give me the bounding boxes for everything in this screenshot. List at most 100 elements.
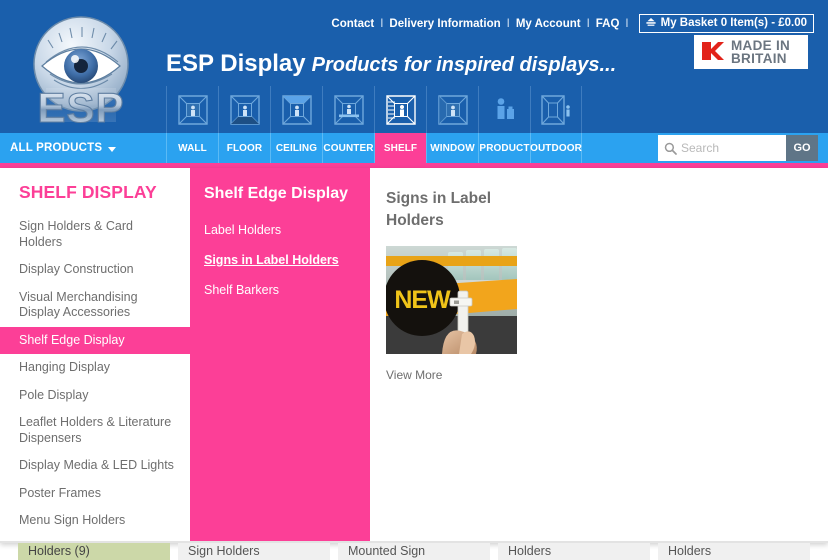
basket-icon	[645, 17, 657, 29]
search-go-button[interactable]: GO	[786, 135, 818, 161]
esp-logo[interactable]: ESP	[22, 4, 140, 130]
sidebar-item-leaflet-holders-literature-dispensers[interactable]: Leaflet Holders & Literature Dispensers	[0, 409, 190, 452]
utility-separator: I	[506, 17, 510, 30]
nav-icon-cell-wall[interactable]	[166, 86, 218, 133]
nav-icon-cell-window[interactable]	[426, 86, 478, 133]
nav-item-product[interactable]: PRODUCT	[478, 133, 530, 163]
sidebar-item-display-media-led-lights[interactable]: Display Media & LED Lights	[0, 452, 190, 480]
nav-item-ceiling[interactable]: CEILING	[270, 133, 322, 163]
all-products-label: ALL PRODUCTS	[10, 142, 103, 154]
shelf-edge-display-heading: Shelf Edge Display	[204, 185, 349, 202]
svg-text:ESP: ESP	[37, 84, 124, 130]
room-shelf-icon	[385, 94, 416, 125]
made-in-britain-text: MADE IN BRITAIN	[731, 37, 791, 66]
search-box[interactable]	[658, 135, 786, 161]
sidebar-item-display-construction[interactable]: Display Construction	[0, 256, 190, 284]
product-icon	[497, 97, 514, 119]
sidebar-item-menu-sign-holders[interactable]: Menu Sign Holders	[0, 507, 190, 535]
room-counter-icon	[333, 94, 364, 125]
background-card-label: Holders (9)	[28, 544, 90, 558]
mega-menu-preview-panel: Signs in Label Holders NEW View More	[370, 168, 828, 543]
background-card[interactable]: Holders (9)	[18, 543, 170, 560]
mega-menu-middle-column: Shelf Edge Display Label Holders Signs i…	[190, 168, 370, 543]
sidebar-item-visual-merchandising-display-accessories[interactable]: Visual Merchandising Display Accessories	[0, 284, 190, 327]
list-item-selected: Shelf Edge Display	[0, 326, 190, 355]
mega-menu-left-column: SHELF DISPLAY Sign Holders & Card Holder…	[0, 168, 196, 543]
list-item: Label Holders	[190, 215, 370, 245]
sidebar-item-poster-frames[interactable]: Poster Frames	[0, 480, 190, 508]
submenu-item-signs-in-label-holders[interactable]: Signs in Label Holders	[190, 245, 370, 275]
mib-line-2: BRITAIN	[731, 51, 787, 66]
nav-icon-cell-ceiling[interactable]	[270, 86, 322, 133]
made-in-britain-badge: MADE IN BRITAIN	[694, 35, 808, 69]
svg-text:NEW: NEW	[394, 286, 451, 314]
search-input[interactable]	[681, 135, 786, 161]
brand-tagline: Products for inspired displays...	[311, 54, 617, 76]
nav-icon-cell-product[interactable]	[478, 86, 530, 133]
background-card[interactable]: Holders	[498, 543, 650, 560]
utility-link-delivery-information[interactable]: Delivery Information	[389, 18, 500, 30]
brand-lockup: ESP Display Products for inspired display…	[166, 50, 616, 78]
utility-bar: Contact I Delivery Information I My Acco…	[331, 14, 814, 33]
utility-separator: I	[625, 17, 629, 30]
room-ceiling-icon	[281, 94, 312, 125]
room-wall-icon	[177, 94, 208, 125]
list-item: Display Media & LED Lights	[0, 452, 190, 480]
background-product-row: Holders (9) Sign Holders Mounted Sign Ho…	[0, 543, 828, 560]
list-item: Visual Merchandising Display Accessories	[0, 284, 190, 327]
room-outdoor-icon	[541, 94, 570, 125]
background-card[interactable]: Mounted Sign	[338, 543, 490, 560]
made-in-britain-icon	[702, 42, 724, 60]
list-item: Signs in Label Holders	[190, 245, 370, 275]
signs-in-label-holders-photo: NEW	[386, 246, 517, 354]
background-card[interactable]: Sign Holders	[178, 543, 330, 560]
list-item: Hanging Display	[0, 354, 190, 382]
submenu-item-shelf-barkers[interactable]: Shelf Barkers	[190, 275, 370, 305]
page-root: ESP Contact I Delivery Information I My …	[0, 0, 828, 560]
utility-link-faq[interactable]: FAQ	[596, 18, 620, 30]
site-header: ESP Contact I Delivery Information I My …	[0, 0, 828, 133]
basket-button[interactable]: My Basket 0 Item(s) - £0.00	[638, 14, 814, 33]
all-products-menu[interactable]: ALL PRODUCTS	[10, 133, 117, 163]
shelf-edge-display-subcategory-list: Label Holders Signs in Label Holders She…	[190, 215, 370, 305]
nav-items: WALL FLOOR CEILING COUNTER SHELF WINDOW …	[166, 133, 582, 163]
sidebar-item-hanging-display[interactable]: Hanging Display	[0, 354, 190, 382]
list-item: Display Construction	[0, 256, 190, 284]
utility-link-contact[interactable]: Contact	[331, 18, 374, 30]
background-card[interactable]: Holders	[658, 543, 810, 560]
preview-thumbnail[interactable]: NEW	[386, 246, 517, 354]
utility-separator: I	[380, 17, 384, 30]
view-more-link[interactable]: View More	[386, 368, 442, 382]
nav-item-counter[interactable]: COUNTER	[322, 133, 374, 163]
list-item: Poster Frames	[0, 480, 190, 508]
search-area: GO	[658, 135, 818, 161]
category-icon-strip	[166, 86, 582, 133]
mib-line-1: MADE IN	[731, 37, 791, 53]
nav-item-shelf[interactable]: SHELF	[374, 133, 426, 163]
nav-item-floor[interactable]: FLOOR	[218, 133, 270, 163]
list-item: Shelf Barkers	[190, 275, 370, 305]
sidebar-item-sign-holders-card-holders[interactable]: Sign Holders & Card Holders	[0, 213, 190, 256]
utility-link-my-account[interactable]: My Account	[516, 18, 581, 30]
sidebar-item-pole-display[interactable]: Pole Display	[0, 382, 190, 410]
nav-item-window[interactable]: WINDOW	[426, 133, 478, 163]
background-card-label: Sign Holders	[188, 544, 260, 558]
list-item: Leaflet Holders & Literature Dispensers	[0, 409, 190, 452]
nav-icon-cell-shelf[interactable]	[374, 86, 426, 133]
nav-icon-cell-counter[interactable]	[322, 86, 374, 133]
brand-name: ESP Display	[166, 50, 306, 77]
nav-item-wall[interactable]: WALL	[166, 133, 218, 163]
nav-icon-cell-floor[interactable]	[218, 86, 270, 133]
submenu-item-label-holders[interactable]: Label Holders	[190, 215, 370, 245]
room-floor-icon	[229, 94, 260, 125]
nav-icon-cell-outdoor[interactable]	[530, 86, 582, 133]
list-item: Sign Holders & Card Holders	[0, 213, 190, 256]
list-item: Menu Sign Holders	[0, 507, 190, 535]
nav-item-outdoor[interactable]: OUTDOOR	[530, 133, 582, 163]
background-card-label: Holders	[668, 544, 712, 558]
list-item: Pole Display	[0, 382, 190, 410]
utility-separator: I	[586, 17, 590, 30]
background-card-label: Holders	[508, 544, 552, 558]
sidebar-item-shelf-edge-display[interactable]: Shelf Edge Display	[0, 327, 190, 355]
esp-eye-logo-icon: ESP	[33, 16, 129, 130]
